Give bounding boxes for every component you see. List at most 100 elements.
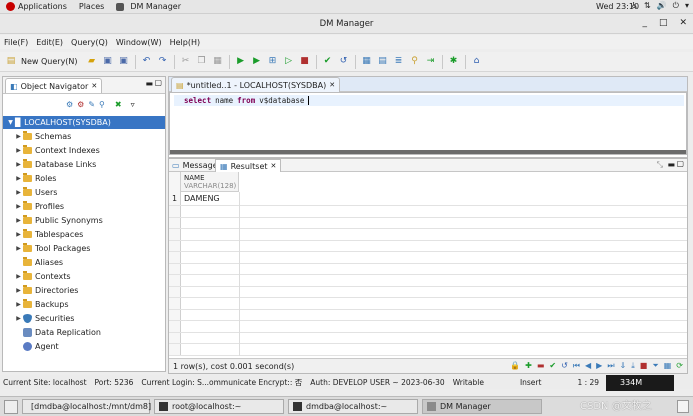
show-desktop-icon[interactable]	[4, 399, 18, 414]
menu-help[interactable]: Help(H)	[170, 38, 201, 47]
connect-icon[interactable]: ⚙	[66, 100, 73, 109]
table-row[interactable]: 1 DAMENG	[169, 193, 369, 205]
tree-item[interactable]: ▶ Users	[14, 186, 57, 199]
menu-query[interactable]: Query(Q)	[71, 38, 108, 47]
paste-icon[interactable]: ▦	[211, 55, 224, 68]
tree-item[interactable]: ▶ Directories	[14, 284, 78, 297]
current-line[interactable]: select name from v$database	[174, 95, 684, 106]
prev-page-icon[interactable]: ◀	[585, 361, 591, 371]
tree-item[interactable]: ▶ Backups	[14, 298, 69, 311]
tree-item[interactable]: Agent	[14, 340, 59, 353]
edit-icon[interactable]: ✎	[88, 100, 95, 109]
save-all-icon[interactable]: ▣	[117, 55, 130, 68]
rollback-icon[interactable]: ↺	[337, 55, 350, 68]
execute-icon[interactable]: ▶	[234, 55, 247, 68]
minimize-button[interactable]: _	[642, 18, 647, 28]
tree-item[interactable]: ▶ Tool Packages	[14, 242, 90, 255]
save-icon[interactable]: ▣	[101, 55, 114, 68]
expand-arrow-icon[interactable]: ▶	[14, 189, 23, 196]
last-page-icon[interactable]: ⏭	[607, 361, 614, 371]
tree-item[interactable]: ▶ Tablespaces	[14, 228, 83, 241]
taskbar-window-button[interactable]: dmdba@localhost:~	[288, 399, 418, 414]
redo-icon[interactable]: ↷	[156, 55, 169, 68]
stop-icon[interactable]: ■	[298, 55, 311, 68]
tab-resultset[interactable]: ▦ Resultset ✕	[215, 159, 282, 172]
expand-arrow-icon[interactable]: ▶	[14, 133, 23, 140]
expand-arrow-icon[interactable]: ▶	[14, 147, 23, 154]
export-all-icon[interactable]: ⤓	[631, 361, 635, 371]
tab-object-navigator[interactable]: ◧ Object Navigator ✕	[5, 78, 103, 93]
column-header-name[interactable]: NAME VARCHAR(128)	[181, 172, 239, 192]
table-icon[interactable]: ▦	[360, 55, 373, 68]
export-down-icon[interactable]: ⇓	[620, 361, 627, 371]
places-menu[interactable]: Places	[79, 2, 104, 11]
tree-item[interactable]: ▶ Context Indexes	[14, 144, 100, 157]
grid-icon[interactable]: ▤	[376, 55, 389, 68]
system-tray[interactable]: ♿ ⇅ 🔊 ⏻ ▾	[631, 1, 689, 11]
heap-memory-indicator[interactable]: 334M	[606, 375, 674, 391]
tree-item[interactable]: ▶ Profiles	[14, 200, 64, 213]
plugin-icon[interactable]: ✱	[447, 55, 460, 68]
resultset-grid[interactable]: NAME VARCHAR(128) 1 DAMENG	[169, 172, 687, 356]
close-tab-icon[interactable]: ✕	[271, 162, 277, 170]
filter-icon[interactable]: ⏷	[652, 361, 658, 371]
tree-root-connection[interactable]: ▼ ▉ LOCALHOST(SYSDBA)	[3, 116, 165, 129]
tree-item[interactable]: ▶ Securities	[14, 312, 74, 325]
taskbar-window-button[interactable]: DM Manager	[422, 399, 542, 414]
tree-item[interactable]: ▶ Database Links	[14, 158, 96, 171]
menu-file[interactable]: File(F)	[4, 38, 28, 47]
active-app-menu[interactable]: DM Manager	[116, 2, 181, 11]
expand-arrow-icon[interactable]: ▶	[14, 175, 23, 182]
editor-hscrollbar[interactable]	[170, 150, 686, 154]
debug-icon[interactable]: ▷	[282, 55, 295, 68]
expand-arrow-icon[interactable]: ▶	[14, 231, 23, 238]
expand-arrow-icon[interactable]: ▶	[14, 301, 23, 308]
stop-fetch-icon[interactable]: ■	[640, 361, 648, 371]
explain-icon[interactable]: ⊞	[266, 55, 279, 68]
collapse-all-icon[interactable]: ✖	[115, 100, 122, 109]
window-titlebar[interactable]: DM Manager _ □ ✕	[0, 14, 693, 34]
cut-icon[interactable]: ✂	[179, 55, 192, 68]
first-page-icon[interactable]: ⏮	[573, 361, 580, 371]
tree-item[interactable]: ▶ Roles	[14, 172, 56, 185]
sql-editor[interactable]: select name from v$database	[169, 92, 687, 155]
open-icon[interactable]: ▰	[85, 55, 98, 68]
menu-edit[interactable]: Edit(E)	[36, 38, 63, 47]
tab-message[interactable]: ▭ Message	[172, 161, 218, 170]
close-tab-icon[interactable]: ✕	[329, 81, 335, 89]
menu-window[interactable]: Window(W)	[116, 38, 162, 47]
maximize-view-icon[interactable]: ▢	[676, 159, 684, 168]
lock-icon[interactable]: 🔒	[510, 361, 520, 371]
layout-icon[interactable]: ▦	[664, 361, 672, 371]
search-icon[interactable]: ⚲	[408, 55, 421, 68]
format-icon[interactable]: ≣	[392, 55, 405, 68]
panel-menu-icon[interactable]: ⤡	[657, 160, 663, 170]
expand-arrow-icon[interactable]: ▶	[14, 217, 23, 224]
add-row-icon[interactable]: ✚	[525, 361, 532, 371]
commit-icon[interactable]: ✔	[321, 55, 334, 68]
expand-arrow-icon[interactable]: ▶	[14, 203, 23, 210]
tree-item[interactable]: ▶ Contexts	[14, 270, 71, 283]
tree-item[interactable]: ▶ Public Synonyms	[14, 214, 103, 227]
delete-row-icon[interactable]: ▬	[537, 361, 545, 371]
execute-script-icon[interactable]: ▶	[250, 55, 263, 68]
expand-arrow-icon[interactable]: ▶	[14, 273, 23, 280]
close-button[interactable]: ✕	[679, 18, 687, 28]
expand-arrow-icon[interactable]: ▶	[14, 315, 23, 322]
maximize-view-icon[interactable]: ▢	[154, 78, 162, 87]
copy-icon[interactable]: ❐	[195, 55, 208, 68]
expand-arrow-icon[interactable]: ▶	[14, 161, 23, 168]
new-query-button[interactable]: ▤ New Query(N)	[3, 55, 78, 68]
minimize-view-icon[interactable]: ▬	[667, 160, 675, 169]
collapse-arrow-icon[interactable]: ▼	[6, 119, 15, 126]
expand-arrow-icon[interactable]: ▶	[14, 287, 23, 294]
revert-icon[interactable]: ↺	[561, 361, 568, 371]
export-icon[interactable]: ⇥	[424, 55, 437, 68]
find-icon[interactable]: ⚲	[99, 100, 105, 109]
refresh-icon[interactable]: ⟳	[676, 361, 683, 371]
tree-item[interactable]: ▶ Schemas	[14, 130, 71, 143]
apply-icon[interactable]: ✔	[549, 361, 556, 371]
taskbar-window-button[interactable]: root@localhost:~	[154, 399, 284, 414]
cell-value[interactable]: DAMENG	[184, 194, 220, 203]
tree-item[interactable]: Data Replication	[14, 326, 101, 339]
